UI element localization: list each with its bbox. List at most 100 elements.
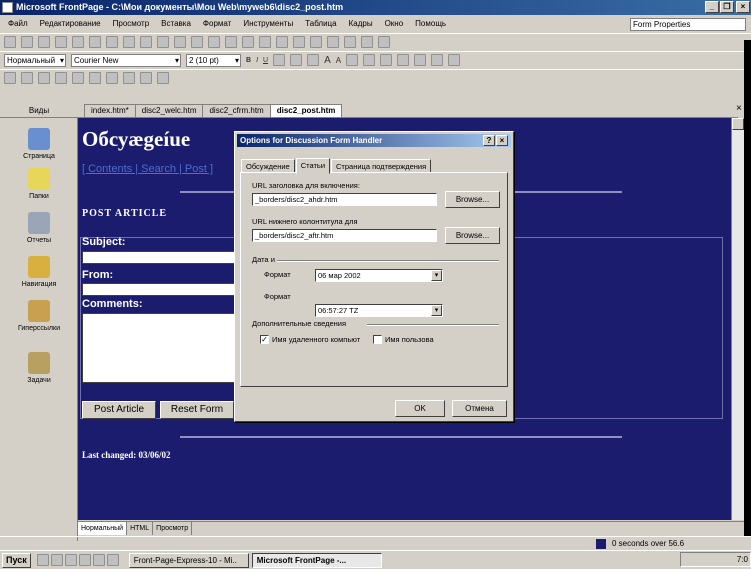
print-icon[interactable]: [106, 36, 118, 48]
open-icon[interactable]: [55, 36, 67, 48]
push-button-icon[interactable]: [123, 72, 135, 84]
border-icon[interactable]: [414, 54, 427, 66]
menu-help[interactable]: Помощь: [409, 19, 452, 28]
menu-edit[interactable]: Редактирование: [34, 19, 107, 28]
dialog-help-icon[interactable]: ?: [483, 135, 495, 146]
remote-computer-checkbox[interactable]: ✓: [260, 335, 269, 344]
undo-icon[interactable]: [225, 36, 237, 48]
preview-icon[interactable]: [123, 36, 135, 48]
align-center-icon[interactable]: [290, 54, 303, 66]
quicklaunch-outlook-icon[interactable]: [50, 554, 63, 566]
increase-indent-icon[interactable]: [397, 54, 410, 66]
view-tab-html[interactable]: HTML: [127, 522, 154, 535]
textbox-icon[interactable]: [21, 72, 33, 84]
publish-icon[interactable]: [72, 36, 84, 48]
menu-file[interactable]: Файл: [2, 19, 34, 28]
decrease-font-button[interactable]: A: [336, 56, 341, 65]
folder-list-icon[interactable]: [89, 36, 101, 48]
font-color-icon[interactable]: [448, 54, 461, 66]
chevron-down-icon[interactable]: ▾: [431, 270, 442, 281]
dialog-tab-confirmation[interactable]: Страница подтверждения: [331, 159, 432, 173]
start-button[interactable]: Пуск: [2, 552, 31, 568]
taskbar-front-page-express[interactable]: Front-Page-Express-10 - Mi..: [128, 552, 249, 568]
view-hyperlinks[interactable]: Гиперссылки: [0, 300, 78, 332]
increase-font-button[interactable]: A: [324, 55, 331, 66]
comments-textarea[interactable]: [82, 313, 242, 383]
quicklaunch-word-icon[interactable]: [106, 554, 119, 566]
cancel-button[interactable]: Отмена: [452, 400, 507, 417]
browse-footer-button[interactable]: Browse...: [445, 227, 500, 244]
taskbar-frontpage[interactable]: Microsoft FrontPage -...: [251, 552, 382, 568]
view-tasks[interactable]: Задачи: [0, 352, 78, 384]
label-icon[interactable]: [157, 72, 169, 84]
dialog-close-icon[interactable]: ×: [496, 135, 508, 146]
cut-icon[interactable]: [157, 36, 169, 48]
dropdown-icon[interactable]: [106, 72, 118, 84]
font-select[interactable]: Courier New: [71, 53, 181, 67]
dialog-tab-articles[interactable]: Статьи: [295, 158, 331, 174]
close-icon[interactable]: ×: [736, 1, 750, 13]
highlight-icon[interactable]: [431, 54, 444, 66]
picture-icon[interactable]: [140, 72, 152, 84]
close-document-icon[interactable]: ×: [736, 103, 742, 114]
paste-icon[interactable]: [191, 36, 203, 48]
quicklaunch-desktop-icon[interactable]: [64, 554, 77, 566]
redo-icon[interactable]: [242, 36, 254, 48]
dialog-tab-discussion[interactable]: Обсуждение: [241, 159, 295, 173]
refresh-icon[interactable]: [327, 36, 339, 48]
post-article-button[interactable]: Post Article: [82, 401, 156, 419]
italic-button[interactable]: I: [256, 57, 258, 64]
textarea-icon[interactable]: [38, 72, 50, 84]
checkbox-icon[interactable]: [72, 72, 84, 84]
user-name-checkbox[interactable]: [373, 335, 382, 344]
minimize-icon[interactable]: _: [705, 1, 719, 13]
footer-url-input[interactable]: _borders/disc2_aftr.htm: [252, 229, 437, 242]
menu-table[interactable]: Таблица: [299, 19, 342, 28]
scroll-up-icon[interactable]: [732, 118, 744, 130]
menu-insert[interactable]: Вставка: [155, 19, 197, 28]
view-tab-normal[interactable]: Нормальный: [78, 522, 128, 535]
new-page-icon[interactable]: [4, 36, 16, 48]
tab-disc2-post[interactable]: disc2_post.htm: [269, 104, 343, 117]
from-input[interactable]: [82, 283, 242, 296]
view-page[interactable]: Страница: [0, 128, 78, 160]
numbering-icon[interactable]: [346, 54, 359, 66]
view-navigation[interactable]: Навигация: [0, 256, 78, 288]
date-format-select[interactable]: 06 мар 2002 ▾: [315, 269, 443, 282]
stop-icon[interactable]: [344, 36, 356, 48]
insert-component-icon[interactable]: [259, 36, 271, 48]
tab-disc2-welc[interactable]: disc2_welc.htm: [134, 104, 204, 117]
tab-disc2-cfrm[interactable]: disc2_cfrm.htm: [202, 104, 271, 117]
help-icon[interactable]: [378, 36, 390, 48]
quicklaunch-ie-icon[interactable]: [36, 554, 49, 566]
underline-button[interactable]: U: [263, 57, 268, 64]
time-format-select[interactable]: 06:57:27 TZ ▾: [315, 304, 443, 317]
save-icon[interactable]: [38, 36, 50, 48]
align-left-icon[interactable]: [273, 54, 286, 66]
insert-table-icon[interactable]: [276, 36, 288, 48]
frontpage-app-icon[interactable]: [2, 2, 13, 13]
menu-frames[interactable]: Кадры: [343, 19, 379, 28]
subject-input[interactable]: [82, 251, 242, 264]
tab-index[interactable]: index.htm*: [84, 104, 136, 117]
quicklaunch-channels-icon[interactable]: [78, 554, 91, 566]
size-select[interactable]: 2 (10 pt): [186, 53, 241, 67]
form-properties-box[interactable]: Form Properties: [630, 18, 746, 31]
header-url-input[interactable]: _borders/disc2_ahdr.htm: [252, 193, 437, 206]
form-icon[interactable]: [4, 72, 16, 84]
reset-form-button[interactable]: Reset Form: [160, 401, 234, 419]
view-folders[interactable]: Папки: [0, 168, 78, 200]
bold-button[interactable]: B: [246, 57, 251, 64]
nav-links[interactable]: [ Contents | Search | Post ]: [82, 163, 213, 175]
paragraph-icon[interactable]: [361, 36, 373, 48]
menu-view[interactable]: Просмотр: [107, 19, 156, 28]
new-web-icon[interactable]: [21, 36, 33, 48]
spelling-icon[interactable]: [140, 36, 152, 48]
file-upload-icon[interactable]: [55, 72, 67, 84]
decrease-indent-icon[interactable]: [380, 54, 393, 66]
menu-tools[interactable]: Инструменты: [237, 19, 299, 28]
hyperlink-icon[interactable]: [310, 36, 322, 48]
menu-window[interactable]: Окно: [379, 19, 410, 28]
style-select[interactable]: Нормальный: [4, 53, 66, 67]
vertical-scrollbar[interactable]: [731, 118, 744, 520]
